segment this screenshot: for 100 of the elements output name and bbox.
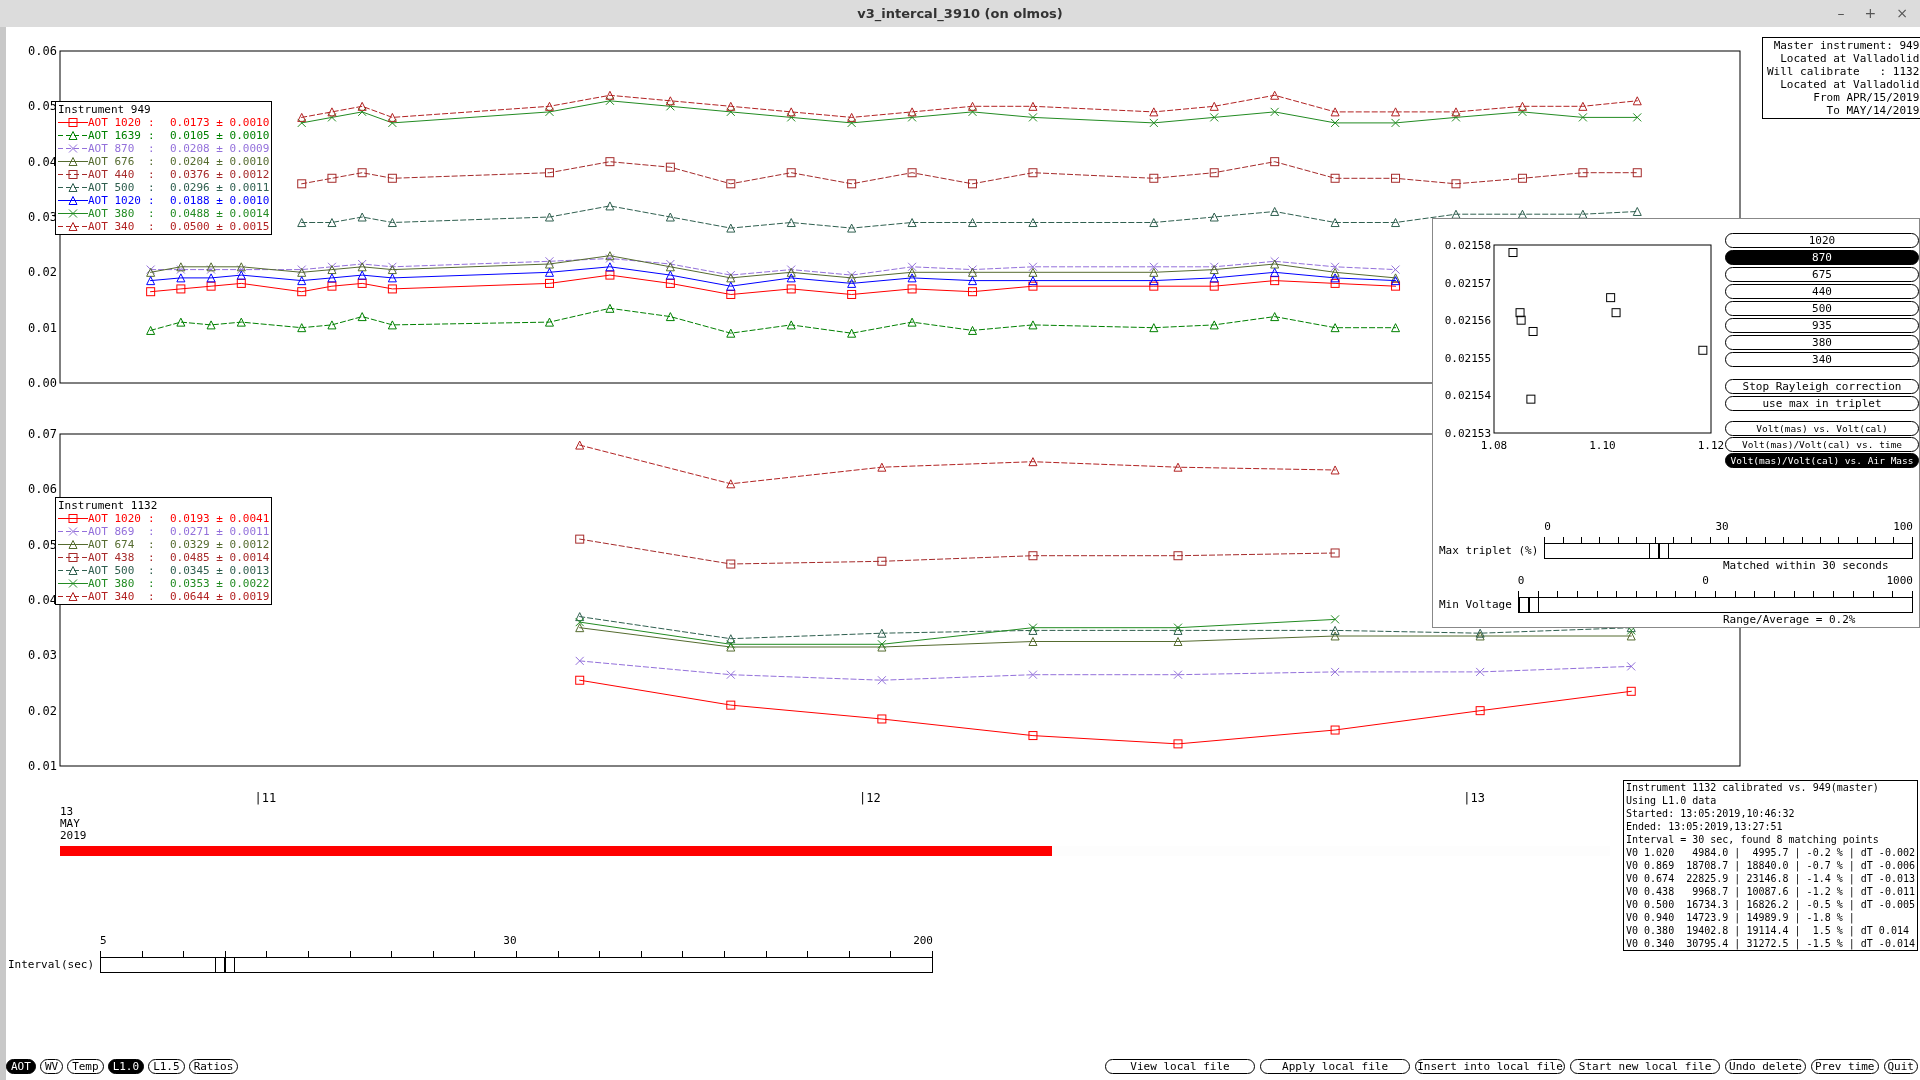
y-tick-label: 0.04 [28, 593, 57, 607]
legend-label: AOT 340 [88, 220, 136, 233]
band-button[interactable]: 1020 [1725, 233, 1919, 248]
status-note: Range/Average = 0.2% [1723, 613, 1857, 626]
info-line: From APR/15/2019 [1813, 91, 1920, 104]
window-title: v3_intercal_3910 (on olmos) [857, 4, 1063, 24]
result-line: V0 0.674 22825.9 | 23146.8 | -1.4 % | dT -0.013 [1626, 872, 1915, 885]
result-line: V0 0.380 19402.8 | 19114.4 | 1.5 % | dT 0.014 [1626, 924, 1910, 937]
date-label: MAY [60, 818, 80, 830]
legend-separator: : [148, 168, 156, 181]
result-line: Using L1.0 data [1626, 794, 1718, 807]
legend-label: AOT 440 [88, 168, 136, 181]
x-tick-label: |13 [1463, 791, 1485, 805]
y-tick-label: 0.02158 [1444, 239, 1491, 252]
legend-value: 0.0485 ± 0.0014 [169, 551, 270, 564]
result-line: V0 0.500 16734.3 | 16826.2 | -0.5 % | dT -0.005 [1626, 898, 1915, 911]
plot-mode-button[interactable]: Volt(mas)/Volt(cal) vs. time [1725, 437, 1919, 452]
legend-separator: : [148, 577, 156, 590]
info-line: Will calibrate : 1132 [1767, 65, 1920, 78]
legend-separator: : [148, 525, 156, 538]
legend-label: AOT 870 [88, 142, 136, 155]
slider-tick-label: 30 [503, 934, 517, 947]
option-button[interactable]: Stop Rayleigh correction [1725, 379, 1919, 394]
y-tick-label: 0.06 [28, 482, 57, 497]
date-label: 2019 [60, 830, 87, 842]
legend-value: 0.0329 ± 0.0012 [169, 538, 270, 551]
legend-value: 0.0644 ± 0.0019 [169, 590, 270, 603]
action-button[interactable]: Apply local file [1260, 1059, 1411, 1074]
action-button[interactable]: Insert into local file [1415, 1059, 1566, 1074]
legend-value: 0.0204 ± 0.0010 [169, 155, 270, 168]
result-line: Ended: 13:05:2019,13:27:51 [1626, 820, 1784, 833]
y-tick-label: 0.02 [28, 703, 57, 718]
result-line: V0 0.340 30795.4 | 31272.5 | -1.5 % | dT -0.014 [1626, 937, 1915, 950]
window-control-button[interactable]: + [1860, 3, 1881, 24]
y-tick-label: 0.07 [28, 427, 57, 441]
band-button[interactable]: 500 [1725, 301, 1919, 316]
window-control-button[interactable]: × [1892, 3, 1912, 24]
slider-tick-label: 0 [1517, 574, 1525, 587]
legend-label: AOT 1639 [88, 129, 142, 142]
y-tick-label: 0.05 [28, 537, 57, 552]
slider-tick-label: 0 [1702, 574, 1709, 587]
band-button[interactable]: 870 [1725, 250, 1919, 265]
legend-separator: : [148, 551, 156, 564]
info-line: Located at Valladolid [1780, 52, 1920, 65]
slider-tick-label: 100 [1893, 520, 1913, 533]
mode-toggle[interactable]: AOT [6, 1059, 36, 1074]
legend-value: 0.0345 ± 0.0013 [169, 564, 270, 577]
band-button[interactable]: 380 [1725, 335, 1919, 350]
legend-separator: : [148, 564, 156, 577]
legend-label: AOT 500 [88, 564, 136, 577]
legend-label: AOT 1020 [88, 194, 142, 207]
band-button[interactable]: 340 [1725, 352, 1919, 367]
mode-toggle[interactable]: L1.0 [107, 1059, 145, 1074]
legend-label: AOT 340 [88, 590, 136, 603]
option-button[interactable]: use max in triplet [1725, 396, 1919, 411]
legend-value: 0.0376 ± 0.0012 [169, 168, 270, 181]
slider-tick-label: 1000 [1886, 574, 1913, 587]
x-tick-label: 1.10 [1589, 439, 1616, 451]
action-button[interactable]: Start new local file [1570, 1059, 1721, 1074]
legend-title: Instrument 949 [58, 103, 152, 116]
band-button[interactable]: 440 [1725, 284, 1919, 299]
legend-separator: : [148, 220, 156, 233]
band-button[interactable]: 935 [1725, 318, 1919, 333]
legend-value: 0.0188 ± 0.0010 [169, 194, 270, 207]
action-button[interactable]: Prev time [1810, 1059, 1879, 1074]
y-tick-label: 0.02156 [1444, 314, 1491, 328]
legend-separator: : [148, 207, 156, 220]
info-line: Master instrument: 949 [1773, 39, 1920, 52]
action-button[interactable]: Quit [1883, 1059, 1918, 1074]
action-button[interactable]: Undo delete [1725, 1059, 1806, 1074]
result-line: Interval = 30 sec, found 8 matching points [1626, 833, 1880, 846]
legend-label: AOT 438 [88, 551, 136, 564]
legend-value: 0.0105 ± 0.0010 [169, 129, 270, 142]
legend-value: 0.0173 ± 0.0010 [169, 116, 270, 129]
slider-label: Min Voltage [1439, 596, 1512, 613]
plot-mode-button[interactable]: Volt(mas)/Volt(cal) vs. Air Mass [1725, 453, 1919, 468]
result-line: Started: 13:05:2019,10:46:32 [1626, 807, 1796, 820]
mode-toggle[interactable]: Temp [67, 1059, 104, 1074]
legend-label: AOT 380 [88, 207, 136, 220]
result-line: V0 0.940 14723.9 | 14989.9 | -1.8 % | [1626, 911, 1856, 924]
legend-label: AOT 380 [88, 577, 136, 590]
legend-value: 0.0296 ± 0.0011 [169, 181, 270, 194]
y-tick-label: 0.03 [28, 648, 57, 663]
mode-toggle[interactable]: WV [39, 1059, 64, 1074]
window-control-button[interactable]: – [1833, 3, 1849, 24]
legend-separator: : [148, 590, 156, 603]
action-button[interactable]: View local file [1105, 1059, 1256, 1074]
band-button[interactable]: 675 [1725, 267, 1919, 282]
mode-toggle[interactable]: Ratios [188, 1059, 239, 1074]
x-tick-label: 1.12 [1697, 439, 1725, 451]
y-tick-label: 0.02 [28, 265, 57, 280]
y-tick-label: 0.05 [28, 99, 57, 114]
legend-value: 0.0208 ± 0.0009 [169, 142, 270, 155]
legend-value: 0.0500 ± 0.0015 [169, 220, 270, 233]
slider-label: Max triplet (%) [1439, 542, 1539, 559]
plot-mode-button[interactable]: Volt(mas) vs. Volt(cal) [1725, 421, 1919, 436]
mode-toggle[interactable]: L1.5 [148, 1059, 185, 1074]
legend-label: AOT 1020 [88, 116, 142, 129]
result-line: V0 1.020 4984.0 | 4995.7 | -0.2 % | dT -0.002 [1626, 846, 1915, 859]
legend-label: AOT 676 [88, 155, 136, 168]
